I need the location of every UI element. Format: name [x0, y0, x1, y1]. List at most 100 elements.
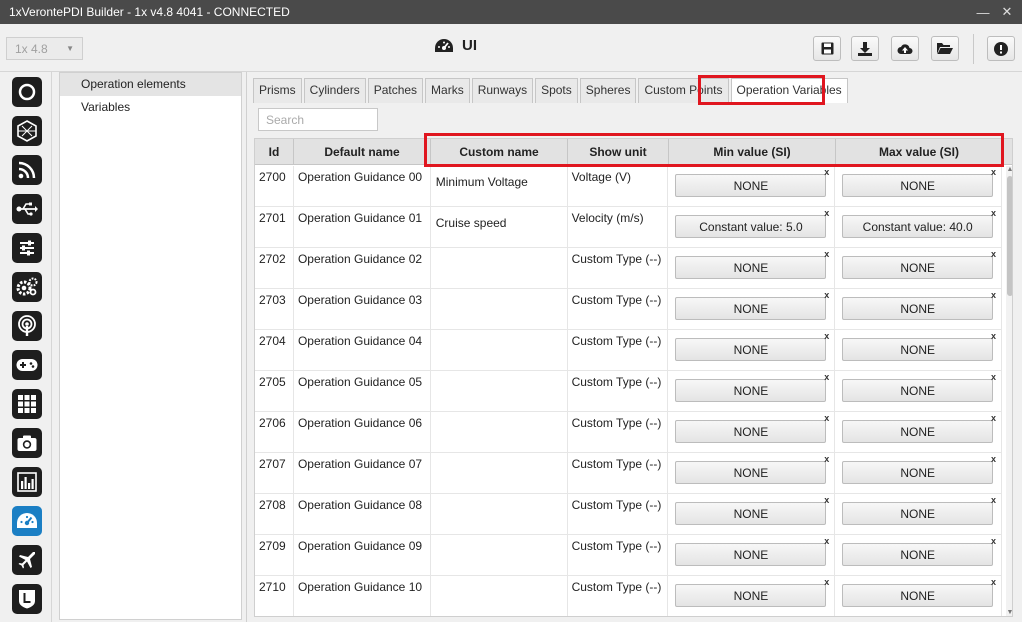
column-header-id[interactable]: Id — [255, 139, 294, 165]
clear-max-icon[interactable]: x — [991, 372, 996, 382]
column-header-show-unit[interactable]: Show unit — [568, 139, 669, 165]
clear-max-icon[interactable]: x — [991, 331, 996, 341]
min-value-button[interactable]: NONE — [675, 174, 827, 197]
cloud-upload-button[interactable] — [891, 36, 919, 61]
close-icon[interactable]: ✕ — [998, 3, 1016, 21]
clear-max-icon[interactable]: x — [991, 249, 996, 259]
max-value-button[interactable]: NONE — [842, 379, 994, 402]
save-button[interactable] — [813, 36, 841, 61]
tab-prisms[interactable]: Prisms — [253, 78, 302, 103]
min-value-button[interactable]: NONE — [675, 379, 827, 402]
rail-gears-button[interactable] — [12, 272, 42, 302]
table-row[interactable]: 2708 Operation Guidance 08 Custom Type (--… — [255, 494, 1002, 535]
clear-min-icon[interactable]: x — [824, 536, 829, 546]
open-folder-button[interactable] — [931, 36, 959, 61]
max-value-button[interactable]: NONE — [842, 543, 994, 566]
clear-min-icon[interactable]: x — [824, 208, 829, 218]
min-value-button[interactable]: Constant value: 5.0 — [675, 215, 827, 238]
clear-max-icon[interactable]: x — [991, 577, 996, 587]
min-value-button[interactable]: NONE — [675, 256, 827, 279]
cell-custom-name[interactable] — [431, 494, 568, 535]
clear-max-icon[interactable]: x — [991, 208, 996, 218]
tab-patches[interactable]: Patches — [367, 78, 424, 103]
cell-custom-name[interactable] — [431, 330, 568, 371]
min-value-button[interactable]: NONE — [675, 420, 827, 443]
clear-min-icon[interactable]: x — [824, 577, 829, 587]
rail-camera-button[interactable] — [12, 428, 42, 458]
table-row[interactable]: 2700 Operation Guidance 00 Minimum Voltage… — [255, 166, 1002, 207]
tab-spots[interactable]: Spots — [535, 78, 578, 103]
download-button[interactable] — [851, 36, 879, 61]
min-value-button[interactable]: NONE — [675, 338, 827, 361]
max-value-button[interactable]: NONE — [842, 420, 994, 443]
min-value-button[interactable]: NONE — [675, 543, 827, 566]
cell-custom-name[interactable]: Minimum Voltage — [431, 166, 568, 207]
clear-max-icon[interactable]: x — [991, 536, 996, 546]
clear-min-icon[interactable]: x — [824, 372, 829, 382]
max-value-button[interactable]: NONE — [842, 584, 994, 607]
rail-shield-button[interactable] — [12, 584, 42, 614]
minimize-icon[interactable]: — — [974, 3, 992, 21]
table-row[interactable]: 2707 Operation Guidance 07 Custom Type (--… — [255, 453, 1002, 494]
nav-item-variables[interactable]: Variables — [60, 96, 241, 119]
nav-item-operation-elements[interactable]: Operation elements — [60, 73, 241, 96]
column-header-max-value[interactable]: Max value (SI) — [836, 139, 1003, 165]
column-header-min-value[interactable]: Min value (SI) — [669, 139, 836, 165]
column-header-default-name[interactable]: Default name — [294, 139, 431, 165]
min-value-button[interactable]: NONE — [675, 584, 827, 607]
column-header-custom-name[interactable]: Custom name — [431, 139, 568, 165]
rail-broadcast-button[interactable] — [12, 311, 42, 341]
clear-max-icon[interactable]: x — [991, 413, 996, 423]
min-value-button[interactable]: NONE — [675, 461, 827, 484]
clear-min-icon[interactable]: x — [824, 249, 829, 259]
cell-custom-name[interactable] — [431, 289, 568, 330]
table-row[interactable]: 2703 Operation Guidance 03 Custom Type (--… — [255, 289, 1002, 330]
cell-custom-name[interactable] — [431, 248, 568, 289]
clear-min-icon[interactable]: x — [824, 495, 829, 505]
clear-max-icon[interactable]: x — [991, 167, 996, 177]
rail-gamepad-button[interactable] — [12, 350, 42, 380]
clear-min-icon[interactable]: x — [824, 413, 829, 423]
max-value-button[interactable]: NONE — [842, 174, 994, 197]
rail-power-button[interactable] — [12, 77, 42, 107]
table-row[interactable]: 2710 Operation Guidance 10 Custom Type (--… — [255, 576, 1002, 616]
clear-max-icon[interactable]: x — [991, 454, 996, 464]
tab-custom-points[interactable]: Custom Points — [638, 78, 729, 103]
table-row[interactable]: 2705 Operation Guidance 05 Custom Type (--… — [255, 371, 1002, 412]
scroll-down-icon[interactable]: ▼ — [1006, 609, 1012, 616]
rail-grid-button[interactable] — [12, 389, 42, 419]
table-row[interactable]: 2704 Operation Guidance 04 Custom Type (--… — [255, 330, 1002, 371]
rail-airplane-button[interactable] — [12, 545, 42, 575]
rail-bar-chart-button[interactable] — [12, 467, 42, 497]
rail-sliders-button[interactable] — [12, 233, 42, 263]
scroll-up-icon[interactable]: ▲ — [1006, 166, 1012, 174]
rail-hexagon-button[interactable] — [12, 116, 42, 146]
cell-custom-name[interactable] — [431, 576, 568, 616]
min-value-button[interactable]: NONE — [675, 502, 827, 525]
cell-custom-name[interactable] — [431, 371, 568, 412]
max-value-button[interactable]: NONE — [842, 461, 994, 484]
table-row[interactable]: 2702 Operation Guidance 02 Custom Type (--… — [255, 248, 1002, 289]
tab-cylinders[interactable]: Cylinders — [303, 78, 366, 103]
clear-min-icon[interactable]: x — [824, 167, 829, 177]
rail-usb-button[interactable] — [12, 194, 42, 224]
tab-marks[interactable]: Marks — [425, 78, 470, 103]
info-button[interactable] — [987, 36, 1015, 61]
rail-ui-button[interactable] — [12, 506, 42, 536]
vertical-scrollbar[interactable]: ▲ ▼ — [1006, 166, 1012, 616]
table-row[interactable]: 2701 Operation Guidance 01 Cruise speed Vel… — [255, 207, 1002, 248]
tab-spheres[interactable]: Spheres — [579, 78, 637, 103]
cell-custom-name[interactable] — [431, 412, 568, 453]
table-row[interactable]: 2709 Operation Guidance 09 Custom Type (--… — [255, 535, 1002, 576]
cell-custom-name[interactable] — [431, 535, 568, 576]
max-value-button[interactable]: NONE — [842, 338, 994, 361]
version-select[interactable]: 1x 4.8 ▼ — [6, 37, 83, 60]
max-value-button[interactable]: NONE — [842, 256, 994, 279]
cell-custom-name[interactable]: Cruise speed — [431, 207, 568, 248]
scroll-thumb[interactable] — [1007, 176, 1012, 296]
min-value-button[interactable]: NONE — [675, 297, 827, 320]
clear-min-icon[interactable]: x — [824, 331, 829, 341]
max-value-button[interactable]: NONE — [842, 297, 994, 320]
max-value-button[interactable]: Constant value: 40.0 — [842, 215, 994, 238]
clear-max-icon[interactable]: x — [991, 290, 996, 300]
